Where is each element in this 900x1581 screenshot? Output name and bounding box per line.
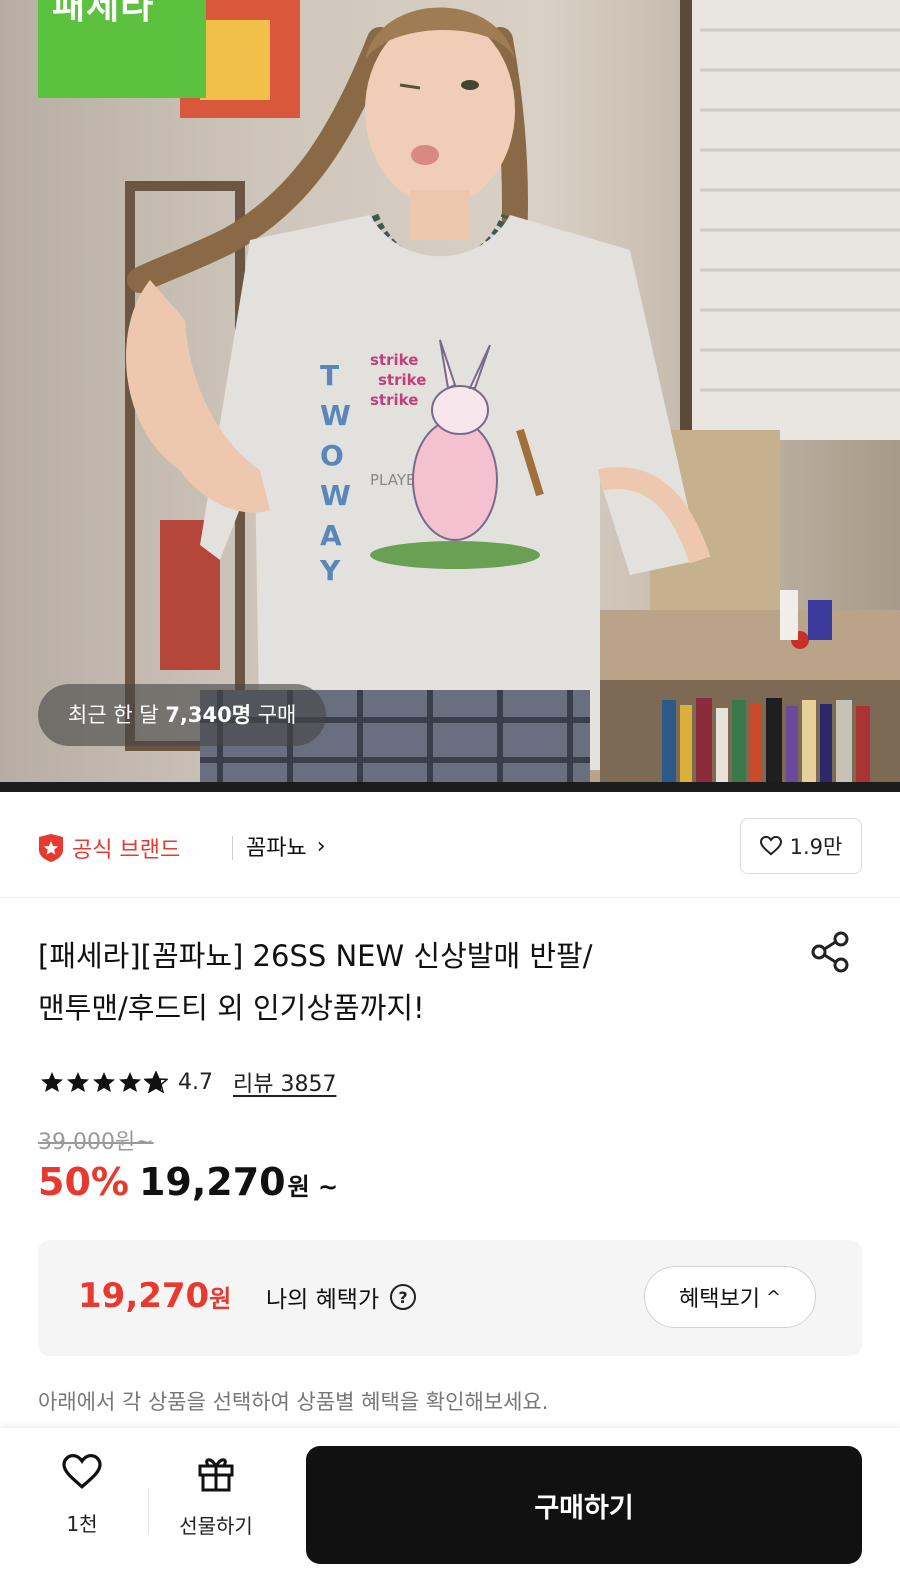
divider [148,1488,149,1534]
rating-value: 4.7 [178,1069,213,1095]
official-brand-label: 공식 브랜드 [72,838,181,863]
gift-button[interactable]: 선물하기 [160,1454,272,1539]
divider [232,836,233,860]
shield-star-icon [39,834,63,862]
sale-price-unit: 원 ~ [287,1173,339,1201]
rating-stars [40,1071,170,1093]
brand-like-count: 1.9만 [789,835,843,859]
buy-button[interactable]: 구매하기 [306,1446,862,1564]
price-row: 50% 19,270 원 ~ [38,1160,338,1204]
svg-text:A: A [320,519,342,552]
gift-icon [198,1458,234,1492]
brand-row: 공식 브랜드 꼼파뇨 › 1.9만 [0,792,900,898]
svg-text:T: T [320,359,339,392]
brand-logo-tag: 패세라 [38,0,206,98]
original-price: 39,000원~ [38,1130,154,1155]
benefit-price-unit: 원 [209,1285,232,1313]
recent-purchase-badge: 최근 한 달 7,340명 구매 [38,684,327,746]
benefit-price-value: 19,270 [78,1276,210,1316]
wishlist-count: 1천 [66,1512,98,1536]
hero-illustration: TWO WAY strikestrikestrike PLAYER [125,0,900,792]
discount-rate: 50% [38,1160,129,1204]
chevron-right-icon: › [316,833,326,859]
official-brand-badge: 공식 브랜드 [38,832,180,864]
svg-text:W: W [320,479,351,512]
purchase-suffix: 구매 [251,703,297,727]
star-icon [93,1072,115,1092]
sale-price: 19,270 [138,1160,286,1204]
purchase-count: 7,340명 [165,703,252,727]
star-partial-icon [144,1071,168,1093]
product-hero-image[interactable]: TWO WAY strike strike strike PLAYER 패세라 최근… [0,0,900,792]
star-icon [119,1072,141,1092]
product-title-line-2: 맨투맨/후드티 외 인기상품까지! [38,991,425,1025]
wishlist-button[interactable]: 1천 [36,1453,128,1537]
svg-text:O: O [320,439,344,472]
bottom-action-bar: 1천 선물하기 구매하기 [0,1428,900,1581]
star-icon [41,1072,63,1092]
view-benefits-button[interactable]: 혜택보기 ^ [644,1266,816,1328]
image-progress-bar [0,782,900,792]
svg-text:W: W [320,399,351,432]
chevron-up-icon: ^ [765,1286,782,1308]
svg-text:?: ? [398,1288,407,1307]
buy-button-label: 구매하기 [534,1492,634,1524]
benefit-price: 19,270원 [78,1276,231,1316]
benefit-label: 나의 혜택가 ? [266,1280,417,1314]
product-title-line-1: [패세라][꼼파뇨] 26SS NEW 신상발매 반팔/ [38,939,593,973]
star-icon [67,1072,89,1092]
svg-text:Y: Y [319,554,341,587]
svg-text:strike: strike [370,391,418,409]
heart-outline-icon [759,836,782,856]
share-icon[interactable] [806,928,854,976]
brand-store-link[interactable]: 꼼파뇨 › [246,830,326,862]
help-icon[interactable]: ? [389,1283,417,1311]
benefit-hint-text: 아래에서 각 상품을 선택하여 상품별 혜택을 확인해보세요. [38,1390,549,1414]
review-count-link[interactable]: 리뷰 3857 [233,1066,336,1098]
view-benefits-label: 혜택보기 [678,1287,760,1312]
product-title: [패세라][꼼파뇨] 26SS NEW 신상발매 반팔/ 맨투맨/후드티 외 인… [38,930,778,1034]
brand-like-button[interactable]: 1.9만 [740,818,862,874]
gift-label: 선물하기 [179,1514,253,1538]
rating-row: 4.7 리뷰 3857 [40,1066,336,1098]
heart-outline-icon [62,1453,102,1489]
svg-text:strike: strike [378,371,426,389]
purchase-prefix: 최근 한 달 [68,703,166,727]
benefit-price-box: 19,270원 나의 혜택가 ? 혜택보기 ^ [38,1240,862,1356]
svg-text:strike: strike [370,351,418,369]
brand-name: 꼼파뇨 [246,836,307,861]
benefit-label-text: 나의 혜택가 [266,1287,380,1313]
